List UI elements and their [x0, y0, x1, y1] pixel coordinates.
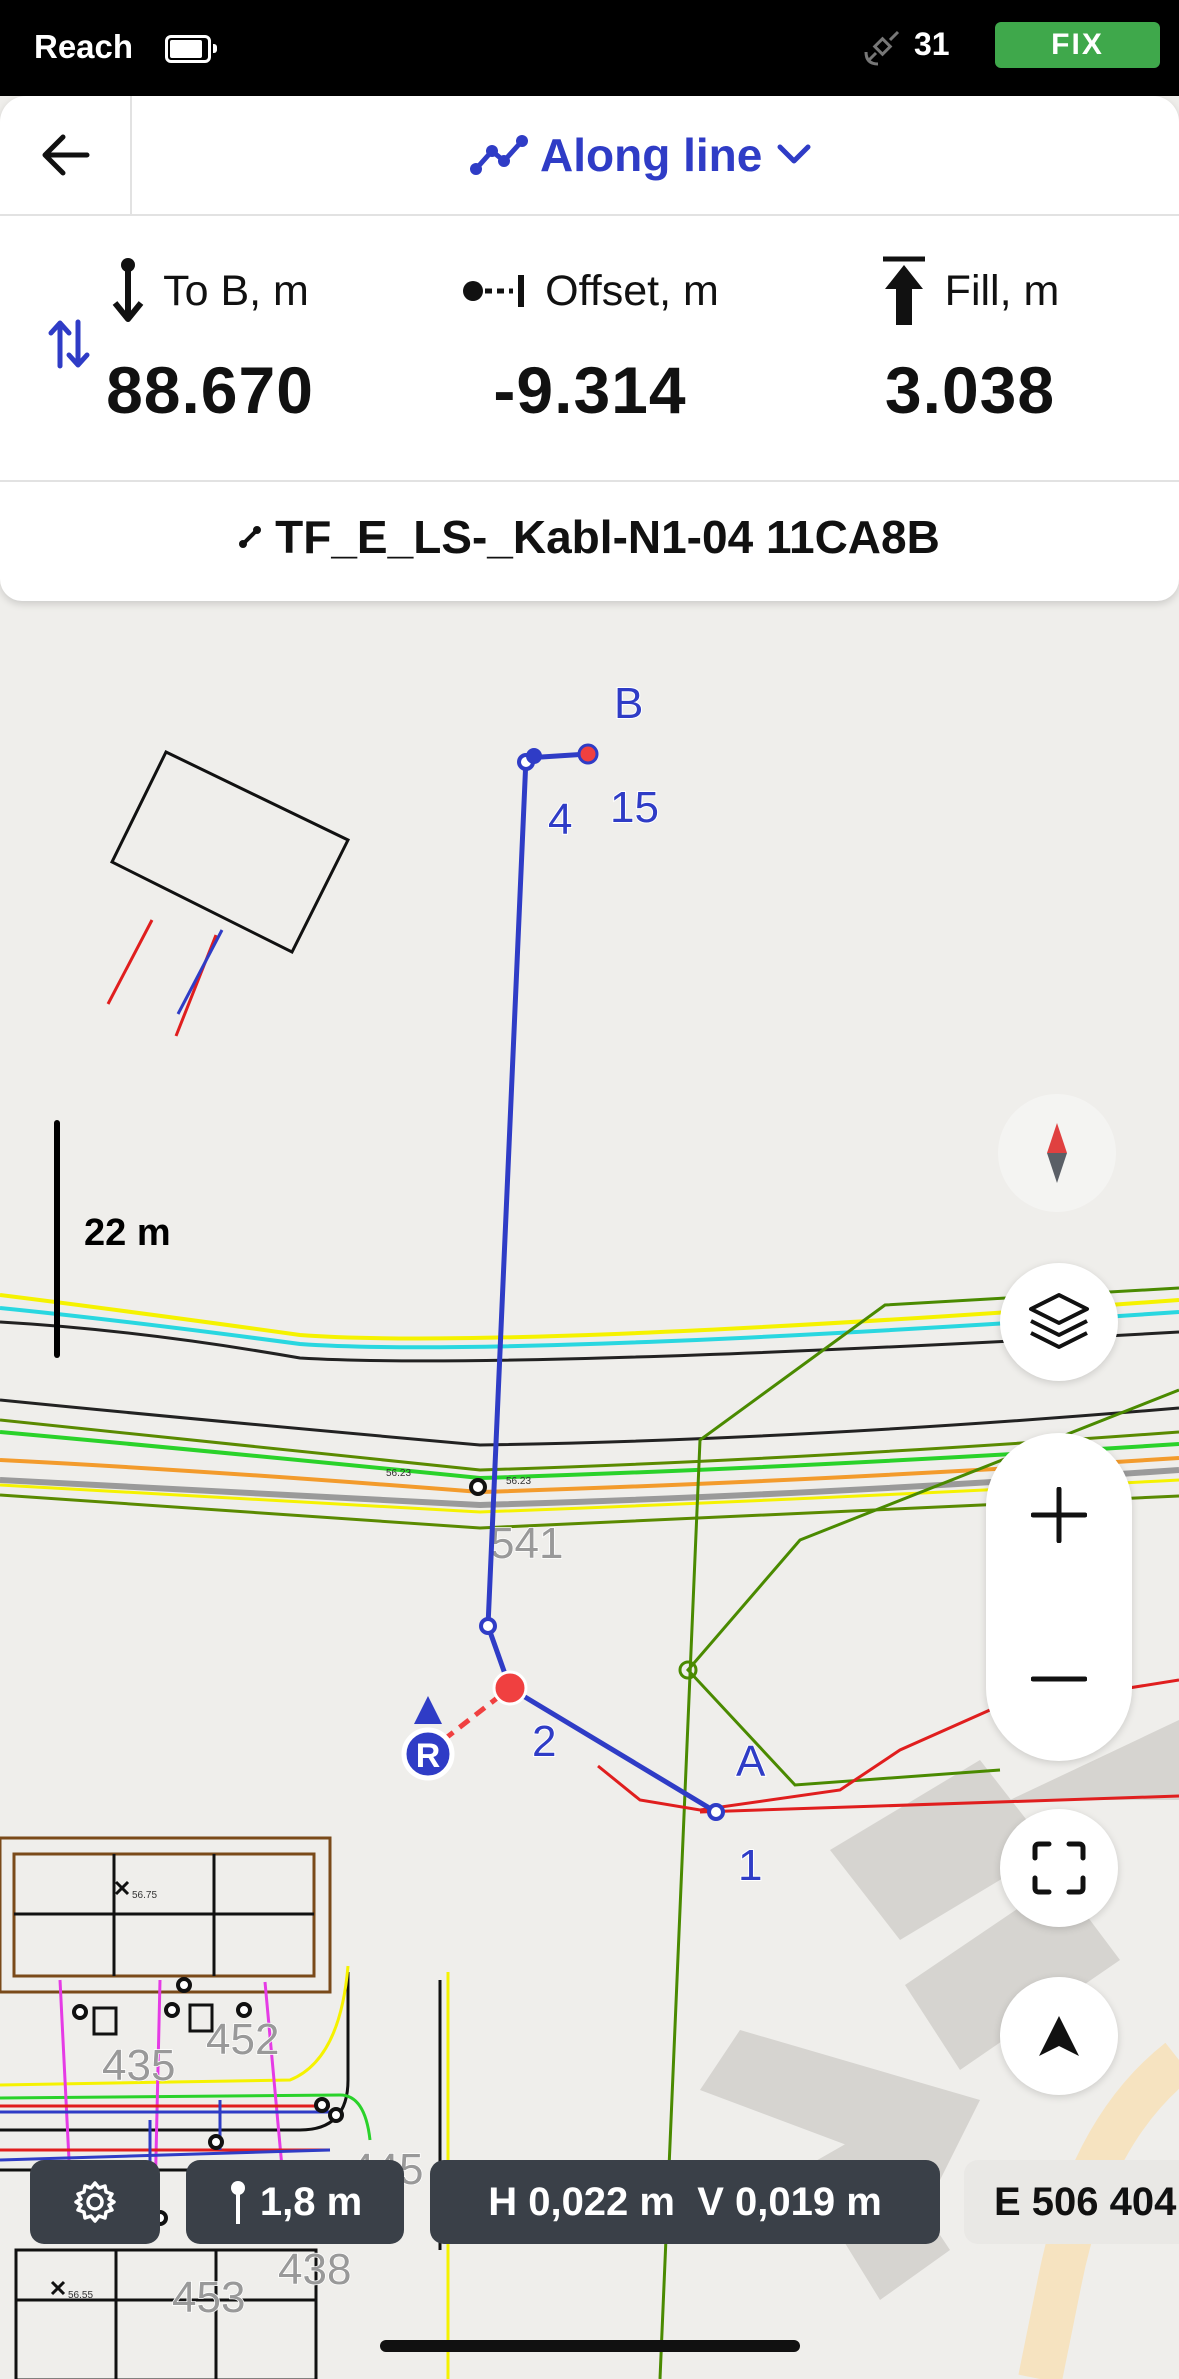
antenna-height-value: 1,8 m [259, 2179, 363, 2224]
app-name: Reach [34, 28, 134, 65]
scale-label: 22 m [84, 1212, 171, 1254]
parcel-label: 452 [206, 2015, 279, 2064]
cable-blue [176, 929, 224, 1015]
settings-button[interactable] [30, 2160, 160, 2244]
line-segment-icon [239, 526, 262, 548]
fix-status-badge[interactable]: FIX [995, 22, 1160, 68]
elevation-label: 56.23 [506, 1476, 531, 1487]
metric-label: Fill, m [944, 266, 1060, 315]
stakeout-line [485, 751, 718, 1815]
compass-icon [1047, 1123, 1067, 1183]
parcel-label: 453 [172, 2273, 245, 2322]
rover-marker: R [401, 1696, 455, 1781]
satellite-count: 31 [914, 26, 950, 62]
mode-selector[interactable]: Along line [470, 122, 824, 188]
chevron-down-icon [777, 144, 811, 164]
accuracy-chip[interactable]: H 0,022 m V 0,019 m [430, 2160, 940, 2244]
pole-icon [230, 2181, 245, 2224]
target-projection-point [492, 1670, 528, 1706]
satellite-icon [864, 30, 900, 66]
stakeout-panel: Along line To B, m 88.670 Offset, m -9.3… [0, 96, 1179, 601]
building-outline [109, 750, 351, 955]
antenna-height-chip[interactable]: 1,8 m [186, 2160, 404, 2244]
metric-to-b: To B, m 88.670 [80, 256, 340, 428]
label-1: 1 [738, 1841, 762, 1890]
parcel-label: 435 [102, 2041, 175, 2090]
mode-label: Along line [540, 129, 763, 181]
label-b: B [614, 679, 643, 728]
compass-button[interactable] [998, 1094, 1116, 1212]
point-labels: B 4 15 2 A 1 [531, 678, 767, 1891]
label-2: 2 [532, 1717, 556, 1766]
rover-label: R [416, 1737, 441, 1775]
metric-offset: Offset, m -9.314 [440, 256, 740, 428]
follow-position-button[interactable] [1000, 1977, 1118, 2095]
line-selector[interactable]: TF_E_LS-_Kabl-N1-04 11CA8B [0, 510, 1179, 564]
fullscreen-icon [1032, 1841, 1086, 1895]
fit-view-button[interactable] [1000, 1809, 1118, 1927]
label-15: 15 [610, 783, 659, 832]
navigation-arrow-icon [1039, 2016, 1079, 2056]
layers-icon [1029, 1293, 1089, 1349]
zoom-controls [986, 1433, 1132, 1761]
plus-icon [1031, 1487, 1087, 1543]
zoom-out-button[interactable] [986, 1597, 1132, 1761]
offset-icon [463, 275, 525, 307]
elevation-label: 56.75 [132, 1890, 157, 1901]
divider [0, 214, 1179, 216]
metric-value: -9.314 [493, 353, 687, 427]
scale-bar [54, 1120, 60, 1358]
elevation-label: 56.23 [386, 1468, 411, 1479]
zoom-in-button[interactable] [986, 1433, 1132, 1597]
metric-label: Offset, m [545, 266, 719, 315]
divider [0, 480, 1179, 482]
arrow-down-to-point-icon [112, 258, 144, 322]
metric-value: 88.670 [106, 353, 314, 427]
arrow-up-fill-icon [882, 256, 925, 325]
metric-fill: Fill, m 3.038 [840, 256, 1100, 428]
gear-icon [74, 2181, 116, 2223]
label-a: A [736, 1737, 766, 1786]
elevation-label: 56.55 [68, 2290, 93, 2301]
parcel-label: 541 [490, 1519, 563, 1568]
easting-value: E 506 404 [994, 2179, 1177, 2224]
polyline-icon [470, 135, 528, 175]
home-indicator [380, 2340, 800, 2352]
battery-icon [165, 35, 217, 63]
line-name-label: TF_E_LS-_Kabl-N1-04 11CA8B [275, 511, 940, 563]
label-4: 4 [548, 795, 572, 844]
vertex-4 [526, 748, 542, 764]
status-bar: Reach 31 FIX [0, 0, 1179, 96]
accuracy-value: H 0,022 m V 0,019 m [488, 2179, 882, 2224]
point-b-marker [577, 743, 599, 765]
metric-value: 3.038 [884, 353, 1056, 427]
coordinates-chip[interactable]: E 506 404 [964, 2160, 1179, 2244]
arrow-left-icon [42, 134, 90, 176]
back-button[interactable] [0, 96, 132, 214]
metric-label: To B, m [163, 266, 309, 315]
layers-button[interactable] [1000, 1263, 1118, 1381]
parcel-label: 438 [278, 2245, 351, 2294]
minus-icon [1031, 1676, 1087, 1682]
